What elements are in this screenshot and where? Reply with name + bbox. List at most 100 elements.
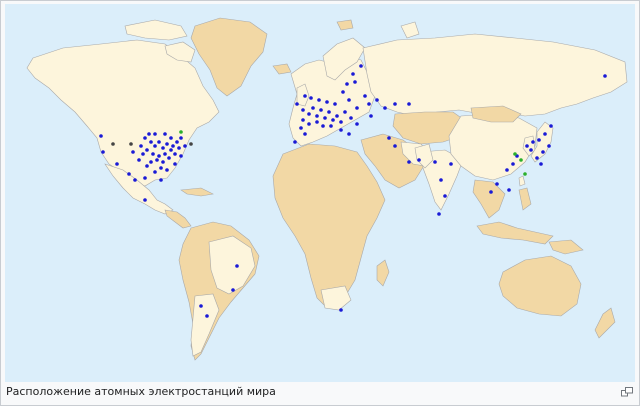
plant-marker-active [537,138,541,142]
plant-marker-active [163,132,167,136]
plant-marker-active [507,188,511,192]
plant-marker-construction [523,172,527,176]
plant-marker-active [383,106,387,110]
plant-marker-active [339,308,343,312]
plant-marker-active [393,102,397,106]
plant-marker-active [235,264,239,268]
plant-marker-active [363,94,367,98]
plant-marker-active [293,140,297,144]
plant-marker-active [301,108,305,112]
plant-marker-active [341,90,345,94]
plant-marker-construction [519,158,523,162]
plant-marker-active [157,154,161,158]
plant-marker-active [347,132,351,136]
plant-marker-active [433,160,437,164]
plant-marker-active [393,144,397,148]
plant-marker-active [339,128,343,132]
plant-marker-active [145,164,149,168]
plant-marker-active [301,118,305,122]
plant-marker-active [141,152,145,156]
plant-marker-active [549,124,553,128]
plant-marker-active [489,190,493,194]
plant-marker-active [303,132,307,136]
plant-marker-active [541,150,545,154]
plant-marker-active [205,314,209,318]
plant-marker-active [295,102,299,106]
magnify-clip-icon[interactable] [621,387,633,397]
plant-marker-active [143,176,147,180]
plant-marker-active [303,94,307,98]
plant-marker-active [307,112,311,116]
plant-marker-active [317,98,321,102]
plant-marker-active [369,114,373,118]
world-map[interactable] [5,4,635,382]
plant-marker-active [335,114,339,118]
map-caption: Расположение атомных электростанций мира [6,385,276,398]
plant-marker-active [147,132,151,136]
plant-marker-active [183,144,187,148]
plant-marker-active [167,156,171,160]
plant-marker-active [325,100,329,104]
plant-marker-active [529,148,533,152]
plant-marker-active [309,96,313,100]
plant-marker-active [437,212,441,216]
plant-marker-active [355,122,359,126]
plant-marker-active [387,136,391,140]
plant-marker-active [143,198,147,202]
plant-marker-active [159,166,163,170]
plant-marker-active [407,160,411,164]
plant-marker-active [177,146,181,150]
plant-marker-active [231,288,235,292]
plant-marker-closed [189,142,193,146]
plant-marker-active [505,168,509,172]
plant-marker-active [179,154,183,158]
plant-marker-active [345,82,349,86]
plant-marker-construction [179,130,183,134]
plant-marker-closed [129,142,133,146]
plant-marker-active [173,152,177,156]
plant-marker-active [603,74,607,78]
plant-marker-active [115,162,119,166]
plant-marker-active [531,140,535,144]
plant-marker-active [449,162,453,166]
plant-marker-active [159,178,163,182]
plant-marker-active [547,144,551,148]
plant-marker-active [417,158,421,162]
plant-marker-active [161,146,165,150]
plant-marker-construction [513,152,517,156]
plant-marker-active [165,142,169,146]
plant-marker-active [151,152,155,156]
plant-marker-active [495,182,499,186]
plant-marker-active [539,162,543,166]
plant-marker-active [359,64,363,68]
plant-marker-active [315,114,319,118]
plant-marker-active [307,122,311,126]
plant-marker-active [299,126,303,130]
plant-marker-active [173,162,177,166]
plant-marker-active [153,144,157,148]
plant-marker-active [543,132,547,136]
world-map-svg [5,4,635,382]
plant-marker-active [149,160,153,164]
plant-marker-active [139,144,143,148]
plant-marker-active [355,106,359,110]
plant-marker-active [535,156,539,160]
plant-marker-active [165,168,169,172]
plant-marker-active [153,170,157,174]
plant-marker-active [155,158,159,162]
plant-marker-active [443,194,447,198]
plant-marker-active [169,148,173,152]
plant-marker-active [349,116,353,120]
plant-marker-active [163,152,167,156]
plant-marker-active [137,158,141,162]
plant-marker-active [127,172,131,176]
plant-marker-active [179,136,183,140]
plant-marker-active [101,150,105,154]
plant-marker-active [407,102,411,106]
plant-marker-active [157,140,161,144]
plant-marker-active [511,162,515,166]
plant-marker-active [347,98,351,102]
plant-marker-active [329,124,333,128]
plant-marker-active [99,134,103,138]
plant-marker-active [351,72,355,76]
